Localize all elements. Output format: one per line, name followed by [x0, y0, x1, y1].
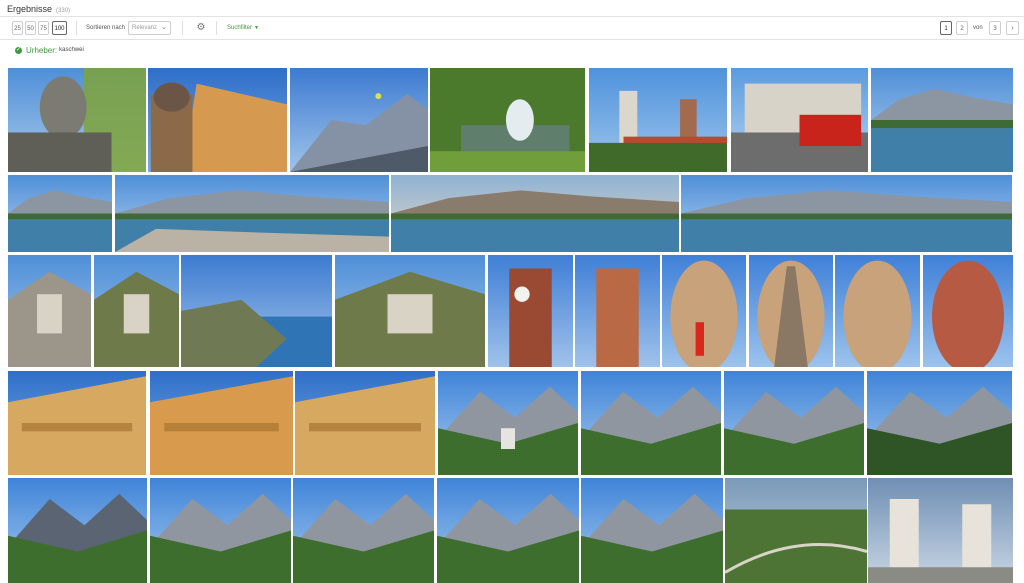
results-title: Ergebnisse: [7, 4, 53, 14]
page-size-100-button[interactable]: 100: [52, 21, 67, 35]
check-circle-icon: ✓: [15, 46, 22, 54]
page-size-75-button[interactable]: 75: [38, 21, 49, 35]
photo-park-fountain[interactable]: [430, 68, 585, 172]
photo-statue-portrait[interactable]: [8, 68, 146, 172]
photo-forest-ridge-1[interactable]: [150, 478, 291, 583]
photo-chapel-hillside[interactable]: [335, 255, 485, 367]
photo-church-towers[interactable]: [589, 68, 727, 172]
pagination-total-pages[interactable]: 3: [989, 21, 1001, 35]
photo-baroque-facade[interactable]: [295, 371, 435, 475]
photo-city-red-bus[interactable]: [731, 68, 868, 172]
photo-aerial-valley[interactable]: [725, 478, 867, 583]
search-filter-label: Suchfilter: [227, 25, 253, 31]
photo-dome-red-roof[interactable]: [923, 255, 1013, 367]
photo-forest-ridge-2[interactable]: [293, 478, 434, 583]
photo-panorama-sunset[interactable]: [391, 175, 679, 252]
photo-dome-columns[interactable]: [835, 255, 920, 367]
results-header: Ergebnisse (330): [0, 0, 1024, 16]
toolbar-divider: [182, 21, 183, 35]
photo-rocky-peak[interactable]: [8, 478, 147, 583]
toolbar-divider: [216, 21, 217, 35]
photo-spire-statue[interactable]: [749, 255, 833, 367]
gear-icon[interactable]: ⚙: [194, 21, 208, 35]
active-filter-value: kaschwei: [59, 47, 84, 53]
photo-alpine-valley-2[interactable]: [724, 371, 864, 475]
results-count: (330): [56, 8, 71, 14]
photo-colonnade-tower[interactable]: [8, 371, 146, 475]
active-filter-chip[interactable]: ✓ Urheber: kaschwei: [7, 44, 84, 56]
pagination-page-2[interactable]: 2: [956, 21, 968, 35]
photo-panorama-bay-1[interactable]: [8, 175, 112, 252]
toolbar-divider: [76, 21, 77, 35]
photo-stone-bell-tower[interactable]: [8, 255, 91, 367]
photo-ochre-balconies[interactable]: [150, 371, 293, 475]
toolbar-divider-line: [0, 39, 1024, 40]
photo-hill-chapel[interactable]: [94, 255, 179, 367]
photo-forest-ridge-4[interactable]: [581, 478, 723, 583]
chevron-down-icon: ⌄: [161, 24, 167, 31]
page-size-25-button[interactable]: 25: [12, 21, 23, 35]
photo-panorama-bay-2[interactable]: [681, 175, 1012, 252]
search-filter-toggle[interactable]: Suchfilter ▼: [227, 21, 259, 35]
photo-twin-towers-square[interactable]: [868, 478, 1013, 583]
photo-panorama-rocks[interactable]: [115, 175, 389, 252]
pagination-of-label: von: [973, 25, 983, 31]
photo-brick-bell-tower[interactable]: [575, 255, 660, 367]
photo-coastal-mountains[interactable]: [871, 68, 1013, 172]
next-page-button[interactable]: ›: [1006, 21, 1019, 35]
photo-dome-red-figure[interactable]: [662, 255, 746, 367]
photo-clock-tower[interactable]: [488, 255, 573, 367]
sort-select-value: Relevanz: [132, 25, 158, 31]
sort-label: Sortieren nach: [86, 25, 126, 31]
photo-alpine-valley-3[interactable]: [867, 371, 1012, 475]
page-title: Ergebnisse (330): [7, 4, 70, 14]
photo-alpine-valley-1[interactable]: [581, 371, 721, 475]
page-size-50-button[interactable]: 50: [25, 21, 36, 35]
results-toolbar: 25 50 75 100 Sortieren nach Relevanz ⌄ ⚙…: [0, 17, 1024, 39]
sort-select[interactable]: Relevanz ⌄: [128, 21, 171, 35]
photo-mountain-paraglider[interactable]: [290, 68, 428, 172]
photo-church-dome-facade[interactable]: [148, 68, 287, 172]
pagination-page-1[interactable]: 1: [940, 21, 952, 35]
photo-forest-ridge-3[interactable]: [437, 478, 579, 583]
chevron-right-icon: ›: [1011, 25, 1014, 32]
photo-alpine-village[interactable]: [438, 371, 578, 475]
photo-mountain-sea[interactable]: [181, 255, 332, 367]
caret-down-icon: ▼: [254, 25, 259, 31]
active-filter-key: Urheber:: [26, 45, 58, 55]
